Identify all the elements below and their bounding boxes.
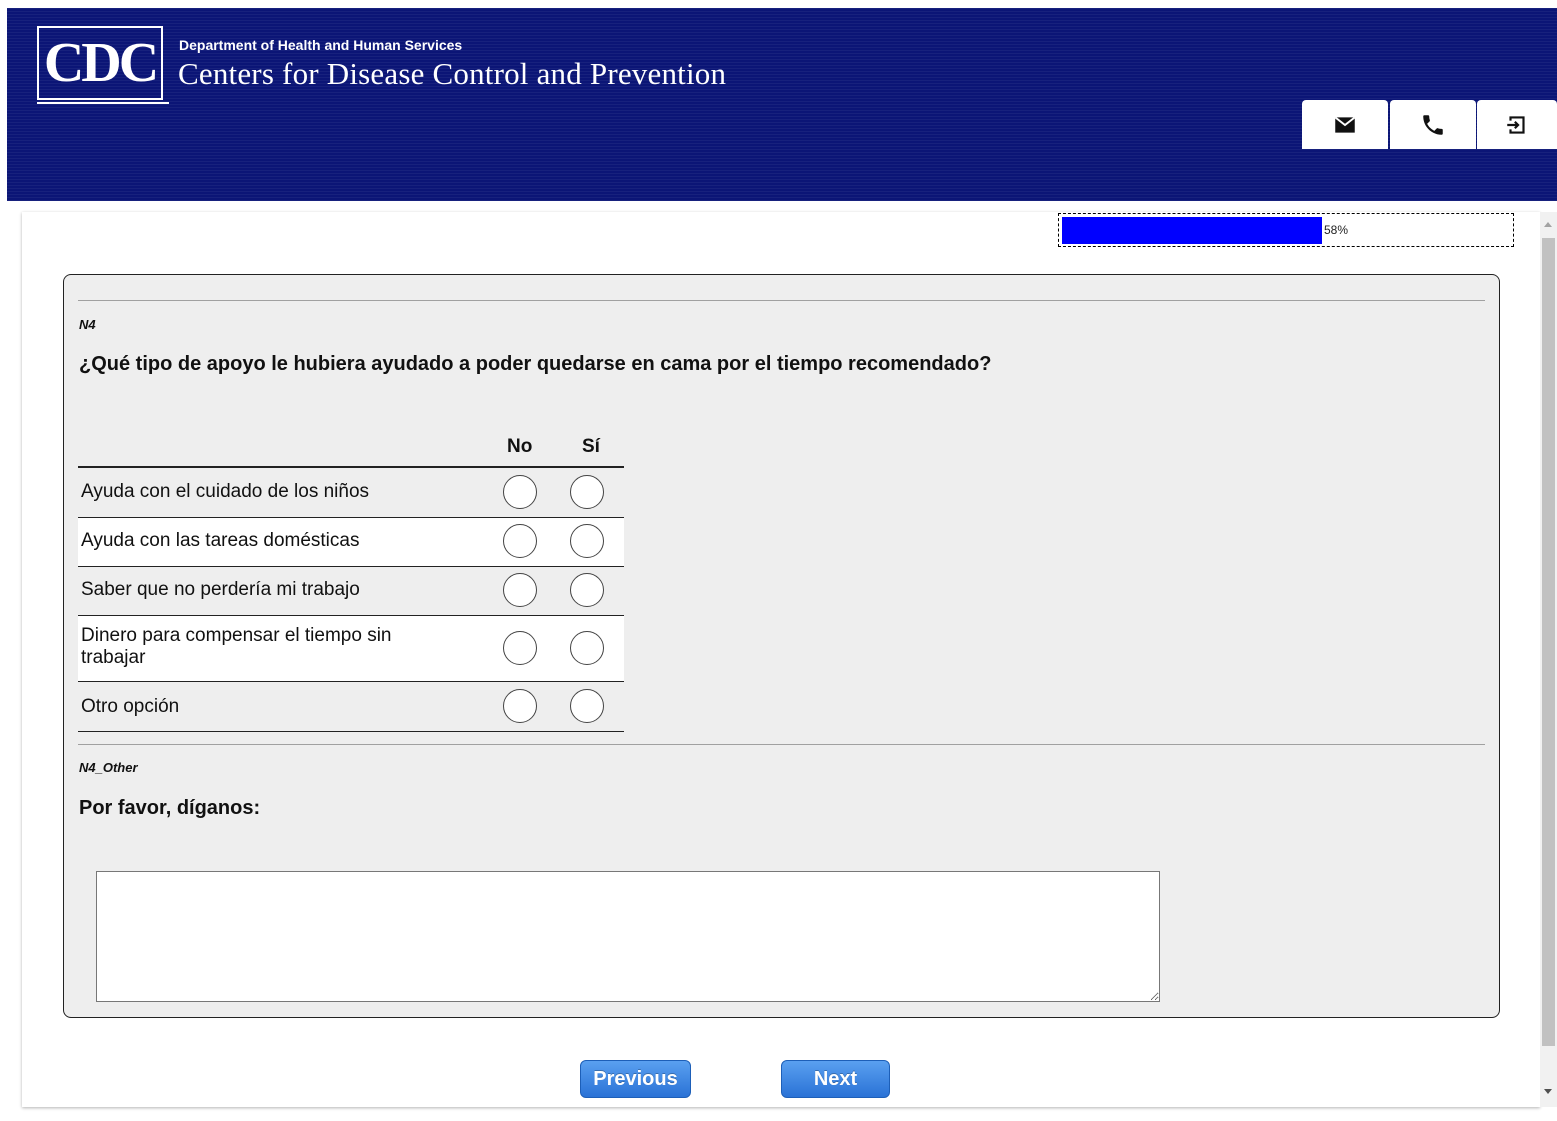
radio-si[interactable] <box>570 524 604 558</box>
radio-no[interactable] <box>503 524 537 558</box>
radio-no[interactable] <box>503 475 537 509</box>
radio-si[interactable] <box>570 689 604 723</box>
grid-row: Dinero para compensar el tiempo sin trab… <box>78 616 624 682</box>
radio-si[interactable] <box>570 475 604 509</box>
row-label: Saber que no perdería mi trabajo <box>81 579 360 600</box>
row-label: Ayuda con las tareas domésticas <box>81 530 360 551</box>
other-question-id: N4_Other <box>79 760 138 775</box>
row-label: Dinero para compensar el tiempo sin trab… <box>81 625 392 668</box>
logo-underline <box>37 102 169 104</box>
phone-icon <box>1423 114 1443 135</box>
scroll-up-arrow-icon[interactable] <box>1544 222 1552 227</box>
grid-row: Ayuda con el cuidado de los niños <box>78 468 624 518</box>
email-button[interactable] <box>1302 100 1388 149</box>
radio-no[interactable] <box>503 573 537 607</box>
progress-label: 58% <box>1324 223 1349 237</box>
exit-icon <box>1507 115 1525 134</box>
scrollbar-thumb[interactable] <box>1542 238 1555 1046</box>
exit-button[interactable] <box>1477 100 1557 149</box>
radio-si[interactable] <box>570 573 604 607</box>
radio-no[interactable] <box>503 689 537 723</box>
other-question-text: Por favor, díganos: <box>79 797 261 819</box>
phone-button[interactable] <box>1390 100 1476 149</box>
department-name: Department of Health and Human Services <box>179 37 463 53</box>
other-text-input[interactable] <box>96 871 1160 1002</box>
question-text: ¿Qué tipo de apoyo le hubiera ayudado a … <box>79 353 992 375</box>
row-label: Otro opción <box>81 696 180 717</box>
cdc-logo: CDC <box>37 26 163 100</box>
grid-row: Saber que no perdería mi trabajo <box>78 567 624 616</box>
row-label: Ayuda con el cuidado de los niños <box>81 481 370 502</box>
grid-row: Otro opción <box>78 682 624 732</box>
radio-no[interactable] <box>503 631 537 665</box>
scroll-down-arrow-icon[interactable] <box>1544 1089 1552 1094</box>
next-button[interactable]: Next <box>781 1060 890 1098</box>
divider <box>78 744 1485 745</box>
site-header: CDC Department of Health and Human Servi… <box>7 8 1557 201</box>
mail-icon <box>1334 116 1356 133</box>
radio-si[interactable] <box>570 631 604 665</box>
progress-fill <box>1062 217 1322 244</box>
grid-row: Ayuda con las tareas domésticas <box>78 518 624 567</box>
column-header-no: No <box>507 436 533 457</box>
question-id: N4 <box>79 317 96 332</box>
progress-bar: 58% <box>1058 213 1514 247</box>
column-header-si: Sí <box>582 436 600 457</box>
divider <box>78 300 1485 301</box>
agency-name: Centers for Disease Control and Preventi… <box>178 56 727 91</box>
previous-button[interactable]: Previous <box>580 1060 691 1098</box>
